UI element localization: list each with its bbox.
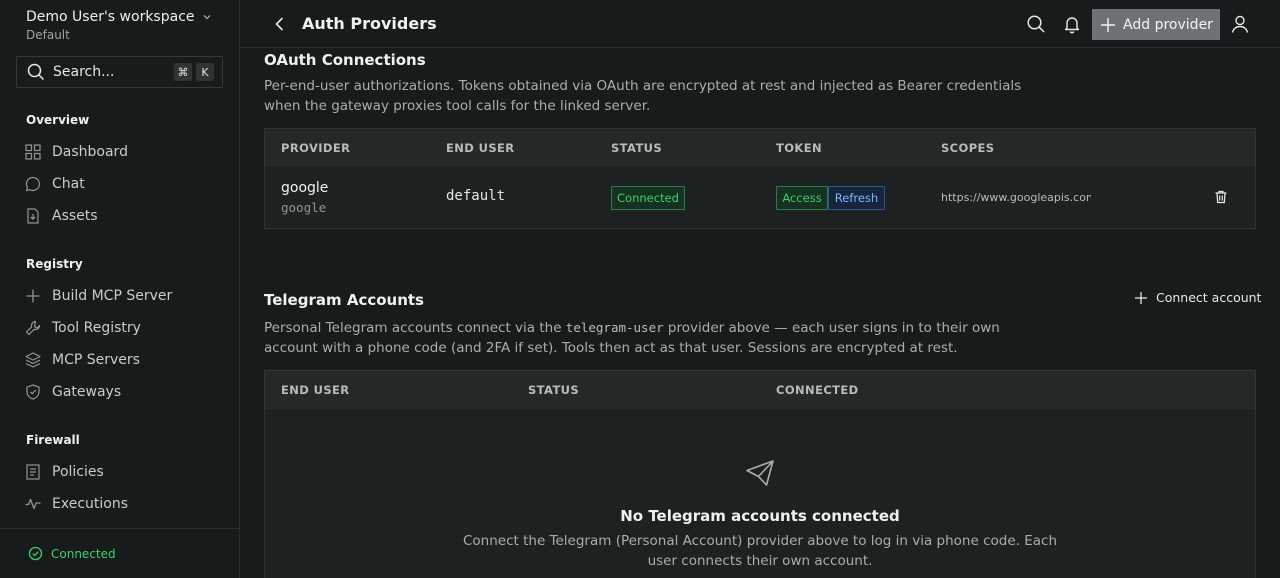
wrench-icon bbox=[25, 320, 41, 336]
add-provider-button[interactable]: Add provider bbox=[1092, 9, 1220, 40]
sidebar-item-label: Assets bbox=[52, 208, 98, 224]
connection-status: Connected bbox=[0, 528, 239, 578]
sidebar-item-build-mcp-server[interactable]: Build MCP Server bbox=[24, 285, 224, 307]
oauth-connections-table: PROVIDER END USER STATUS TOKEN SCOPES go… bbox=[264, 128, 1256, 229]
column-header-end-user: END USER bbox=[281, 383, 350, 397]
telegram-section-title: Telegram Accounts bbox=[264, 291, 424, 309]
paper-plane-icon bbox=[746, 460, 774, 486]
sidebar-item-mcp-servers[interactable]: MCP Servers bbox=[24, 349, 224, 371]
column-header-end-user: END USER bbox=[446, 141, 515, 155]
plus-icon bbox=[1135, 291, 1147, 304]
section-title-firewall: Firewall bbox=[26, 433, 80, 447]
connection-status-label: Connected bbox=[51, 546, 116, 561]
grid-icon bbox=[25, 144, 41, 160]
column-header-status: STATUS bbox=[611, 141, 663, 155]
empty-state-title: No Telegram accounts connected bbox=[620, 507, 900, 525]
column-header-scopes: SCOPES bbox=[941, 141, 995, 155]
telegram-description-start: Personal Telegram accounts connect via t… bbox=[264, 320, 566, 336]
telegram-user-code: telegram-user bbox=[565, 320, 664, 335]
sidebar-item-label: Policies bbox=[52, 464, 104, 480]
trash-icon[interactable] bbox=[1213, 189, 1229, 205]
search-icon[interactable] bbox=[1026, 14, 1046, 34]
search-input[interactable]: Search... ⌘ K bbox=[16, 56, 223, 88]
workspace-plan: Default bbox=[26, 28, 70, 42]
refresh-token-badge: Refresh bbox=[828, 186, 885, 210]
plus-icon bbox=[26, 289, 40, 303]
page-title: Auth Providers bbox=[302, 14, 437, 33]
telegram-description: Personal Telegram accounts connect via t… bbox=[264, 318, 1054, 358]
column-header-provider: PROVIDER bbox=[281, 141, 351, 155]
search-label: Search... bbox=[53, 64, 115, 80]
sidebar-item-gateways[interactable]: Gateways bbox=[24, 381, 224, 403]
section-title-registry: Registry bbox=[26, 257, 83, 271]
sidebar-item-chat[interactable]: Chat bbox=[24, 173, 224, 195]
table-header: PROVIDER END USER STATUS TOKEN SCOPES bbox=[265, 129, 1255, 167]
top-header: Auth Providers Add provider bbox=[240, 0, 1280, 48]
connect-account-button[interactable]: Connect account bbox=[1134, 290, 1261, 305]
user-icon[interactable] bbox=[1230, 14, 1250, 34]
section-title-overview: Overview bbox=[26, 113, 90, 127]
sidebar-item-assets[interactable]: Assets bbox=[24, 205, 224, 227]
layers-icon bbox=[25, 352, 41, 368]
sidebar-item-label: Gateways bbox=[52, 384, 122, 400]
search-icon bbox=[27, 63, 45, 81]
access-token-badge: Access bbox=[776, 186, 828, 210]
check-circle-icon bbox=[28, 546, 43, 561]
oauth-section-title: OAuth Connections bbox=[264, 51, 426, 69]
telegram-accounts-table: END USER STATUS CONNECTED No Telegram ac… bbox=[264, 370, 1256, 578]
end-user-value: default bbox=[446, 188, 506, 204]
empty-state-description: Connect the Telegram (Personal Account) … bbox=[462, 533, 1058, 569]
document-list-icon bbox=[26, 464, 40, 480]
workspace-switcher[interactable]: Demo User's workspace Default bbox=[26, 8, 213, 42]
chat-bubble-icon bbox=[25, 176, 41, 192]
provider-name: google bbox=[281, 180, 329, 196]
sidebar-item-label: Chat bbox=[52, 176, 85, 192]
sidebar-item-label: Executions bbox=[52, 496, 128, 512]
plus-icon bbox=[1101, 17, 1116, 32]
sidebar-item-dashboard[interactable]: Dashboard bbox=[24, 141, 224, 163]
table-row: google google default Connected Access R… bbox=[265, 167, 1255, 229]
column-header-connected: CONNECTED bbox=[776, 383, 859, 397]
activity-icon bbox=[25, 498, 41, 510]
file-download-icon bbox=[27, 208, 39, 224]
chevron-down-icon bbox=[203, 15, 210, 20]
scopes-value: https://www.googleapis.com bbox=[941, 191, 1091, 204]
table-header: END USER STATUS CONNECTED bbox=[265, 371, 1255, 409]
status-badge: Connected bbox=[611, 186, 685, 210]
bell-icon[interactable] bbox=[1062, 14, 1082, 34]
sidebar-item-label: Build MCP Server bbox=[52, 288, 173, 304]
column-header-status: STATUS bbox=[528, 383, 580, 397]
k-key-badge: K bbox=[196, 63, 214, 81]
provider-id: google bbox=[281, 200, 327, 215]
sidebar-item-executions[interactable]: Executions bbox=[24, 493, 224, 515]
sidebar-item-tool-registry[interactable]: Tool Registry bbox=[24, 317, 224, 339]
connect-account-label: Connect account bbox=[1156, 290, 1262, 305]
command-key-badge: ⌘ bbox=[174, 63, 192, 81]
sidebar-item-policies[interactable]: Policies bbox=[24, 461, 224, 483]
workspace-name: Demo User's workspace bbox=[26, 9, 195, 25]
sidebar: Demo User's workspace Default Search... … bbox=[0, 0, 240, 578]
add-provider-label: Add provider bbox=[1123, 16, 1213, 33]
column-header-token: TOKEN bbox=[776, 141, 823, 155]
sidebar-item-label: Tool Registry bbox=[52, 320, 141, 336]
sidebar-item-label: MCP Servers bbox=[52, 352, 140, 368]
back-arrow-icon[interactable] bbox=[270, 14, 290, 34]
sidebar-item-label: Dashboard bbox=[52, 144, 128, 160]
oauth-description: Per-end-user authorizations. Tokens obta… bbox=[264, 78, 1022, 114]
shield-check-icon bbox=[26, 384, 40, 400]
